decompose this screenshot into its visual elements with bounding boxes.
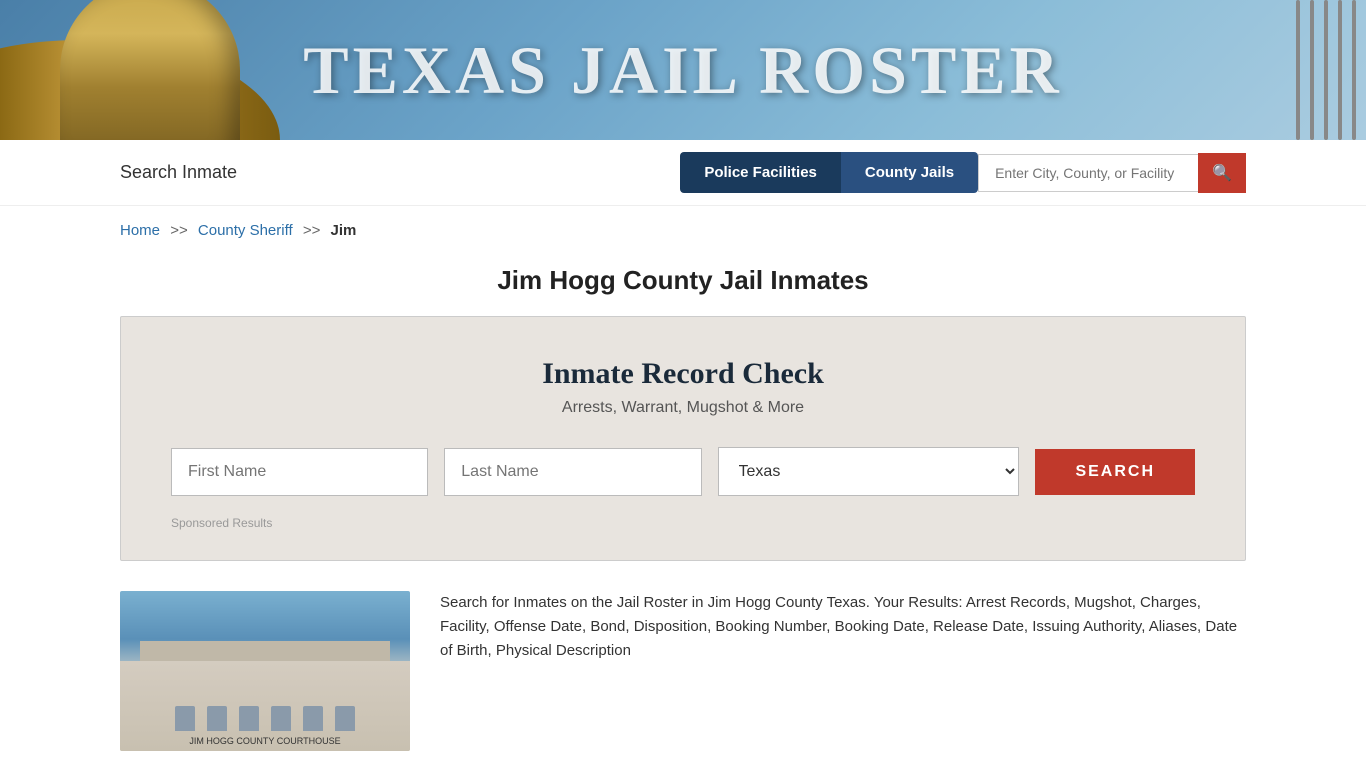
bar (1310, 0, 1314, 140)
jail-window (207, 706, 227, 731)
breadcrumb: Home >> County Sheriff >> Jim (0, 206, 1366, 255)
jail-sign: JIM HOGG COUNTY COURTHOUSE (189, 736, 340, 746)
police-facilities-button[interactable]: Police Facilities (680, 152, 841, 193)
nav-bar: Search Inmate Police Facilities County J… (0, 140, 1366, 206)
facility-search-button[interactable]: 🔍 (1198, 153, 1246, 193)
jail-building: JIM HOGG COUNTY COURTHOUSE (120, 661, 410, 751)
jail-bars-decoration (1286, 0, 1366, 140)
bar (1338, 0, 1342, 140)
jail-windows (120, 706, 410, 731)
search-inmate-label: Search Inmate (120, 162, 237, 183)
bar (1324, 0, 1328, 140)
breadcrumb-current: Jim (331, 222, 357, 239)
jail-window (175, 706, 195, 731)
nav-right-group: Police Facilities County Jails 🔍 (680, 152, 1246, 193)
inmate-record-box: Inmate Record Check Arrests, Warrant, Mu… (120, 316, 1246, 561)
bottom-description: Search for Inmates on the Jail Roster in… (440, 591, 1246, 663)
breadcrumb-county-sheriff[interactable]: County Sheriff (198, 222, 293, 239)
sponsored-label: Sponsored Results (171, 516, 1195, 530)
inmate-record-title: Inmate Record Check (171, 357, 1195, 391)
dome-decoration (30, 0, 270, 140)
inmate-record-subtitle: Arrests, Warrant, Mugshot & More (171, 399, 1195, 417)
jail-thumbnail: JIM HOGG COUNTY COURTHOUSE (120, 591, 410, 751)
breadcrumb-separator-2: >> (303, 222, 321, 239)
jail-window (335, 706, 355, 731)
bar (1296, 0, 1300, 140)
state-select[interactable]: AlabamaAlaskaArizonaArkansasCaliforniaCo… (718, 447, 1020, 496)
breadcrumb-home[interactable]: Home (120, 222, 160, 239)
jail-window (271, 706, 291, 731)
facility-search-input[interactable] (978, 154, 1198, 192)
inmate-search-row: AlabamaAlaskaArizonaArkansasCaliforniaCo… (171, 447, 1195, 496)
last-name-input[interactable] (444, 448, 701, 496)
first-name-input[interactable] (171, 448, 428, 496)
search-icon: 🔍 (1212, 163, 1232, 183)
site-title: Texas Jail Roster (303, 31, 1063, 110)
breadcrumb-separator-1: >> (170, 222, 188, 239)
page-title: Jim Hogg County Jail Inmates (0, 265, 1366, 296)
inmate-search-button[interactable]: SEARCH (1035, 449, 1195, 495)
dome-shape (60, 0, 240, 140)
jail-window (303, 706, 323, 731)
bottom-section: JIM HOGG COUNTY COURTHOUSE Search for In… (120, 591, 1246, 751)
jail-window (239, 706, 259, 731)
county-jails-button[interactable]: County Jails (841, 152, 978, 193)
header-banner: Texas Jail Roster (0, 0, 1366, 140)
bar (1352, 0, 1356, 140)
